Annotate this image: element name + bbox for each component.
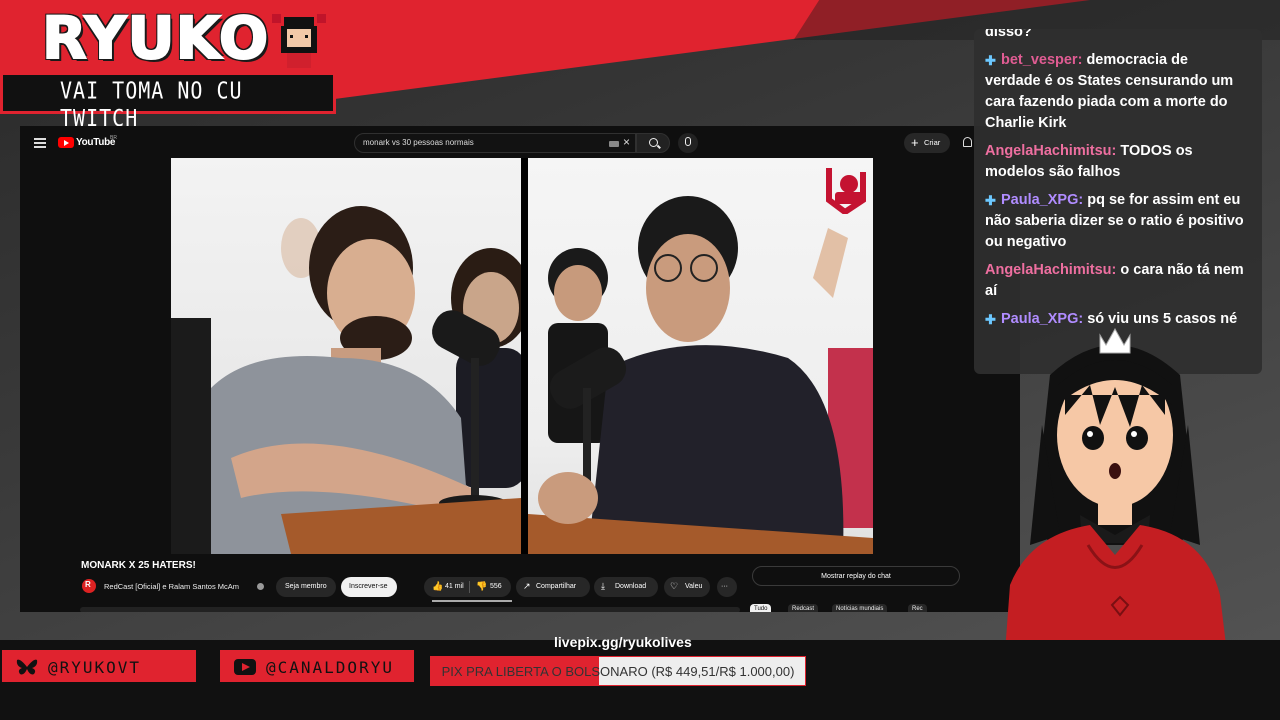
chat-messages: disso? ✚ bet_vesper: democracia de verdad… bbox=[985, 29, 1247, 337]
create-label: Criar bbox=[924, 138, 941, 147]
youtube-icon bbox=[234, 659, 256, 675]
join-label: Seja membro bbox=[285, 583, 327, 590]
more-actions-button[interactable]: ··· bbox=[717, 577, 737, 597]
chat-replay-button[interactable]: Mostrar replay do chat bbox=[752, 566, 960, 586]
share-icon: ↗ bbox=[523, 581, 531, 591]
social-bluesky: @RYUKOVT bbox=[0, 648, 198, 684]
youtube-logo-icon[interactable] bbox=[58, 137, 74, 148]
like-count: 41 mil bbox=[445, 583, 464, 590]
subscribe-label: Inscrever-se bbox=[349, 583, 388, 590]
download-label: Download bbox=[615, 583, 647, 590]
thumbs-down-icon[interactable]: 👎 bbox=[476, 581, 487, 592]
close-icon[interactable]: × bbox=[623, 135, 630, 149]
livepix-url: livepix.gg/ryukolives bbox=[554, 634, 692, 650]
donation-goal-text: PIX PRA LIBERTA O BOLSONARO (R$ 449,51/R… bbox=[441, 664, 795, 679]
search-icon bbox=[649, 138, 658, 147]
brand-subtitle: VAI TOMA NO CU TWITCH bbox=[60, 76, 243, 132]
search-query[interactable]: monark vs 30 pessoas normais bbox=[363, 138, 474, 147]
download-button[interactable]: ⤓ Download bbox=[594, 577, 658, 597]
butterfly-icon bbox=[16, 659, 38, 675]
like-divider bbox=[469, 581, 470, 593]
chat-message: ✚ Paula_XPG: pq se for assim ent eu não s… bbox=[985, 190, 1247, 253]
video-frame-left bbox=[171, 158, 521, 554]
bell-icon[interactable] bbox=[963, 137, 972, 147]
sword-badge-icon: ✚ bbox=[985, 53, 996, 68]
create-button[interactable]: + Criar bbox=[904, 133, 950, 153]
channel-avatar[interactable] bbox=[82, 579, 96, 593]
verified-icon bbox=[257, 583, 264, 590]
channel-name[interactable]: RedCast [Oficial] e Ralam Santos McAm bbox=[104, 582, 239, 591]
video-frame-right bbox=[528, 158, 873, 554]
microphone-icon bbox=[685, 137, 691, 146]
more-label: ··· bbox=[721, 583, 728, 590]
share-button[interactable]: ↗ Compartilhar bbox=[516, 577, 590, 597]
plus-icon: + bbox=[911, 135, 919, 150]
comment-count: 556 bbox=[490, 583, 502, 590]
join-button[interactable]: Seja membro bbox=[276, 577, 336, 597]
keyboard-icon[interactable] bbox=[609, 141, 619, 147]
thumbs-up-icon[interactable]: 👍 bbox=[432, 581, 443, 592]
chat-message: disso? bbox=[985, 29, 1247, 43]
like-underline bbox=[432, 600, 512, 602]
voice-search-button[interactable] bbox=[678, 133, 698, 153]
brand-title: RYUKO bbox=[41, 3, 270, 73]
stream-overlay: { "overlay": { "brand_title": "RYUKO", "… bbox=[0, 0, 1280, 720]
description-box[interactable] bbox=[80, 607, 740, 612]
youtube-region: BR bbox=[110, 135, 117, 141]
thanks-label: Valeu bbox=[685, 583, 703, 590]
chat-username[interactable]: Paula_XPG: bbox=[1001, 192, 1083, 208]
subscribe-button[interactable]: Inscrever-se bbox=[341, 577, 397, 597]
video-title: MONARK X 25 HATERS! bbox=[81, 560, 196, 571]
youtube-window: YouTube BR monark vs 30 pessoas normais … bbox=[20, 126, 1020, 612]
chip-all[interactable]: Tudo bbox=[750, 604, 772, 612]
chip-redcast[interactable]: Redcast bbox=[788, 604, 819, 612]
social-youtube: @CANALDORYU bbox=[218, 648, 416, 684]
chat-message: ✚ bet_vesper: democracia de verdade é os … bbox=[985, 50, 1247, 134]
youtube-topbar: YouTube BR monark vs 30 pessoas normais … bbox=[20, 126, 1020, 160]
chip-rec[interactable]: Rec bbox=[908, 604, 927, 612]
chat-message: AngelaHachimitsu: TODOS os modelos são f… bbox=[985, 141, 1247, 183]
menu-icon[interactable] bbox=[34, 138, 46, 148]
chat-message: AngelaHachimitsu: o cara não tá nem aí bbox=[985, 260, 1247, 302]
chat-text: disso? bbox=[985, 29, 1032, 40]
video-scene-left bbox=[171, 206, 521, 554]
download-icon: ⤓ bbox=[601, 581, 605, 591]
thanks-icon: ♡ bbox=[670, 581, 679, 591]
social-handle: @CANALDORYU bbox=[266, 658, 394, 677]
chat-username[interactable]: AngelaHachimitsu: bbox=[985, 262, 1116, 278]
thanks-button[interactable]: ♡ Valeu bbox=[664, 577, 710, 597]
social-handle: @RYUKOVT bbox=[48, 658, 142, 677]
pixel-girl-icon bbox=[272, 14, 326, 68]
sword-badge-icon: ✚ bbox=[985, 193, 996, 208]
search-input[interactable]: monark vs 30 pessoas normais × bbox=[354, 133, 636, 153]
channel-watermark-icon bbox=[826, 168, 866, 214]
donation-goal-bar: PIX PRA LIBERTA O BOLSONARO (R$ 449,51/R… bbox=[430, 656, 806, 686]
share-label: Compartilhar bbox=[536, 583, 577, 590]
video-scene-right bbox=[528, 196, 873, 554]
search-button[interactable] bbox=[636, 133, 670, 153]
video-player[interactable] bbox=[171, 158, 873, 554]
chat-username[interactable]: AngelaHachimitsu: bbox=[985, 143, 1116, 159]
chip-world-news[interactable]: Notícias mundiais bbox=[832, 604, 888, 612]
like-dislike-group[interactable]: 👍 41 mil 👎 556 bbox=[424, 577, 511, 597]
chat-username[interactable]: bet_vesper: bbox=[1001, 52, 1082, 68]
